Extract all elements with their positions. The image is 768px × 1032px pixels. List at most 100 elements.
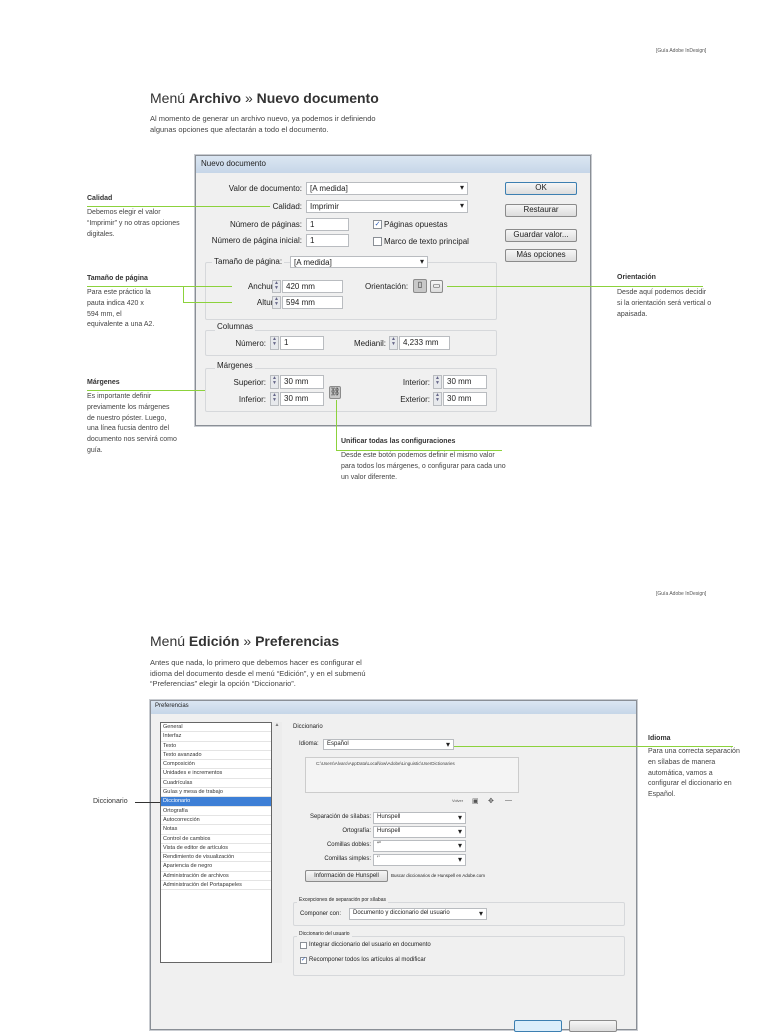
ortografia-label: Ortografía: — [342, 828, 371, 834]
recomponer-checkbox[interactable]: ✓ — [300, 957, 307, 964]
add-dictionary-icon[interactable]: ✥ — [488, 797, 494, 805]
interior-stepper[interactable]: ▲ ▼ — [433, 375, 442, 389]
landscape-icon[interactable]: ▭ — [430, 280, 443, 293]
componer-dropdown[interactable]: Documento y diccionario del usuario — [349, 908, 487, 920]
ortografia-dropdown[interactable]: Hunspell — [373, 826, 466, 838]
preferences-category-item[interactable]: General — [161, 723, 271, 733]
anchura-input[interactable]: 420 mm — [282, 280, 343, 293]
simples-label: Comillas simples: — [324, 856, 371, 862]
preferences-category-item[interactable]: Composición — [161, 760, 271, 770]
componer-label: Componer con: — [300, 911, 342, 917]
calidad-dropdown[interactable]: Imprimir — [306, 200, 468, 213]
altura-stepper[interactable]: ▲ ▼ — [272, 296, 281, 309]
section-title: Diccionario — [293, 724, 323, 730]
integrar-label: Integrar diccionario del usuario en docu… — [309, 942, 431, 948]
interior-input[interactable]: 30 mm — [443, 375, 487, 389]
preferences-category-item[interactable]: Administración de archivos — [161, 872, 271, 882]
dobles-label: Comillas dobles: — [326, 842, 371, 848]
dialog-title: Preferencias — [151, 701, 636, 714]
preferences-category-item[interactable]: Texto avanzado — [161, 751, 271, 761]
idioma-dropdown[interactable]: Español — [323, 739, 454, 750]
paginas-opuestas-checkbox[interactable]: ✓ — [373, 220, 382, 229]
dialog-title: Nuevo documento — [196, 156, 590, 173]
margenes-title: Márgenes — [215, 361, 255, 370]
recomponer-label: Recomponer todos los artículos al modifi… — [309, 957, 426, 963]
remove-dictionary-icon[interactable]: — — [505, 797, 512, 804]
preferences-category-item[interactable]: Texto — [161, 742, 271, 751]
inferior-stepper[interactable]: ▲ ▼ — [270, 392, 279, 406]
preferences-category-item[interactable]: Cuadrículas — [161, 779, 271, 789]
exterior-stepper[interactable]: ▲ ▼ — [433, 392, 442, 406]
title-menu: Archivo — [188, 90, 242, 106]
page-header: [Guía Adobe InDesign] — [656, 591, 707, 597]
callout-line — [183, 302, 232, 303]
idioma-label: Idioma: — [299, 741, 319, 747]
integrar-checkbox[interactable] — [300, 942, 307, 949]
title-item: Preferencias — [255, 633, 340, 649]
cancel-button[interactable] — [569, 1020, 617, 1032]
preferences-category-item[interactable]: Control de cambios — [161, 835, 271, 844]
numero-stepper[interactable]: ▲ ▼ — [270, 336, 279, 350]
interior-label: Interior: — [402, 378, 430, 387]
simples-dropdown[interactable]: ‘’ — [373, 854, 466, 866]
usuario-title: Diccionario del usuario — [297, 931, 352, 937]
hunspell-info-button[interactable]: Información de Hunspell — [305, 870, 388, 882]
mas-opciones-button[interactable]: Más opciones — [505, 249, 577, 262]
callout-arrow-line — [135, 802, 160, 803]
num-paginas-input[interactable]: 1 — [306, 218, 349, 231]
callout-margenes-text: Es importante definir previamente los má… — [87, 393, 177, 454]
silabas-dropdown[interactable]: Hunspell — [373, 812, 466, 824]
callout-line — [447, 286, 703, 287]
portrait-icon[interactable]: ▯ — [413, 279, 427, 293]
preferences-category-item[interactable]: Rendimiento de visualización — [161, 853, 271, 863]
preferences-category-item[interactable]: Notas — [161, 825, 271, 835]
superior-label: Superior: — [233, 378, 266, 387]
medianil-input[interactable]: 4,233 mm — [399, 336, 450, 350]
inferior-input[interactable]: 30 mm — [280, 392, 324, 406]
path-tool-label[interactable]: Volver — [452, 798, 463, 803]
list-scrollbar[interactable]: ▲ — [272, 722, 282, 963]
callout-orientacion-text: Desde aquí podemos decidir si la orienta… — [617, 289, 712, 318]
numero-label: Número: — [235, 339, 266, 348]
valor-dropdown[interactable]: [A medida] — [306, 182, 468, 195]
ok-button[interactable] — [514, 1020, 562, 1032]
new-dictionary-icon[interactable]: ▣ — [472, 797, 479, 805]
hunspell-link[interactable]: Buscar diccionarios de Hunspell en Adobe… — [391, 873, 485, 878]
preferences-category-item[interactable]: Administración del Portapapeles — [161, 881, 271, 891]
dobles-dropdown[interactable]: “” — [373, 840, 466, 852]
pagina-inicial-input[interactable]: 1 — [306, 234, 349, 247]
callout-unificar-text: Desde este botón podemos definir el mism… — [341, 452, 506, 481]
intro-text: Antes que nada, lo primero que debemos h… — [150, 658, 366, 688]
preferences-category-item[interactable]: Guías y mesa de trabajo — [161, 788, 271, 798]
marco-texto-checkbox[interactable] — [373, 237, 382, 246]
callout-calidad-text: Debemos elegir el valor “Imprimir” y no … — [87, 209, 180, 238]
callout-tamano-text: Para este práctico la pauta indica 420 x… — [87, 289, 155, 329]
callout-orientacion-title: Orientación — [617, 274, 656, 281]
altura-input[interactable]: 594 mm — [282, 296, 343, 309]
page-header: [Guía Adobe InDesign] — [656, 48, 707, 54]
medianil-stepper[interactable]: ▲ ▼ — [389, 336, 398, 350]
dictionary-path-list[interactable]: C:\Users\Alvaro\AppData\Local\low\Adobe\… — [305, 757, 519, 793]
superior-stepper[interactable]: ▲ ▼ — [270, 375, 279, 389]
restaurar-button[interactable]: Restaurar — [505, 204, 577, 217]
preferences-category-item[interactable]: Interfaz — [161, 732, 271, 742]
ok-button[interactable]: OK — [505, 182, 577, 195]
link-margins-icon[interactable]: ⛓ — [329, 386, 341, 399]
guardar-valor-button[interactable]: Guardar valor... — [505, 229, 577, 242]
numero-input[interactable]: 1 — [280, 336, 324, 350]
callout-line — [87, 286, 232, 287]
tamano-dropdown[interactable]: [A medida] — [290, 256, 428, 268]
superior-input[interactable]: 30 mm — [280, 375, 324, 389]
valor-label: Valor de documento: — [228, 184, 302, 193]
preferences-category-item[interactable]: Ortografía — [161, 807, 271, 816]
preferences-category-item[interactable]: Vista de editor de artículos — [161, 844, 271, 854]
preferences-category-item[interactable]: Autocorrección — [161, 816, 271, 826]
preferences-category-item[interactable]: Unidades e incrementos — [161, 769, 271, 779]
anchura-stepper[interactable]: ▲ ▼ — [272, 280, 281, 293]
preferences-category-item[interactable]: Apariencia de negro — [161, 862, 271, 872]
num-paginas-label: Número de páginas: — [229, 220, 302, 229]
title-item: Nuevo documento — [256, 90, 379, 106]
exterior-input[interactable]: 30 mm — [443, 392, 487, 406]
preferences-category-list[interactable]: General Interfaz Texto Texto avanzado Compos… — [160, 722, 272, 963]
preferences-category-item[interactable]: Diccionario — [161, 797, 271, 807]
